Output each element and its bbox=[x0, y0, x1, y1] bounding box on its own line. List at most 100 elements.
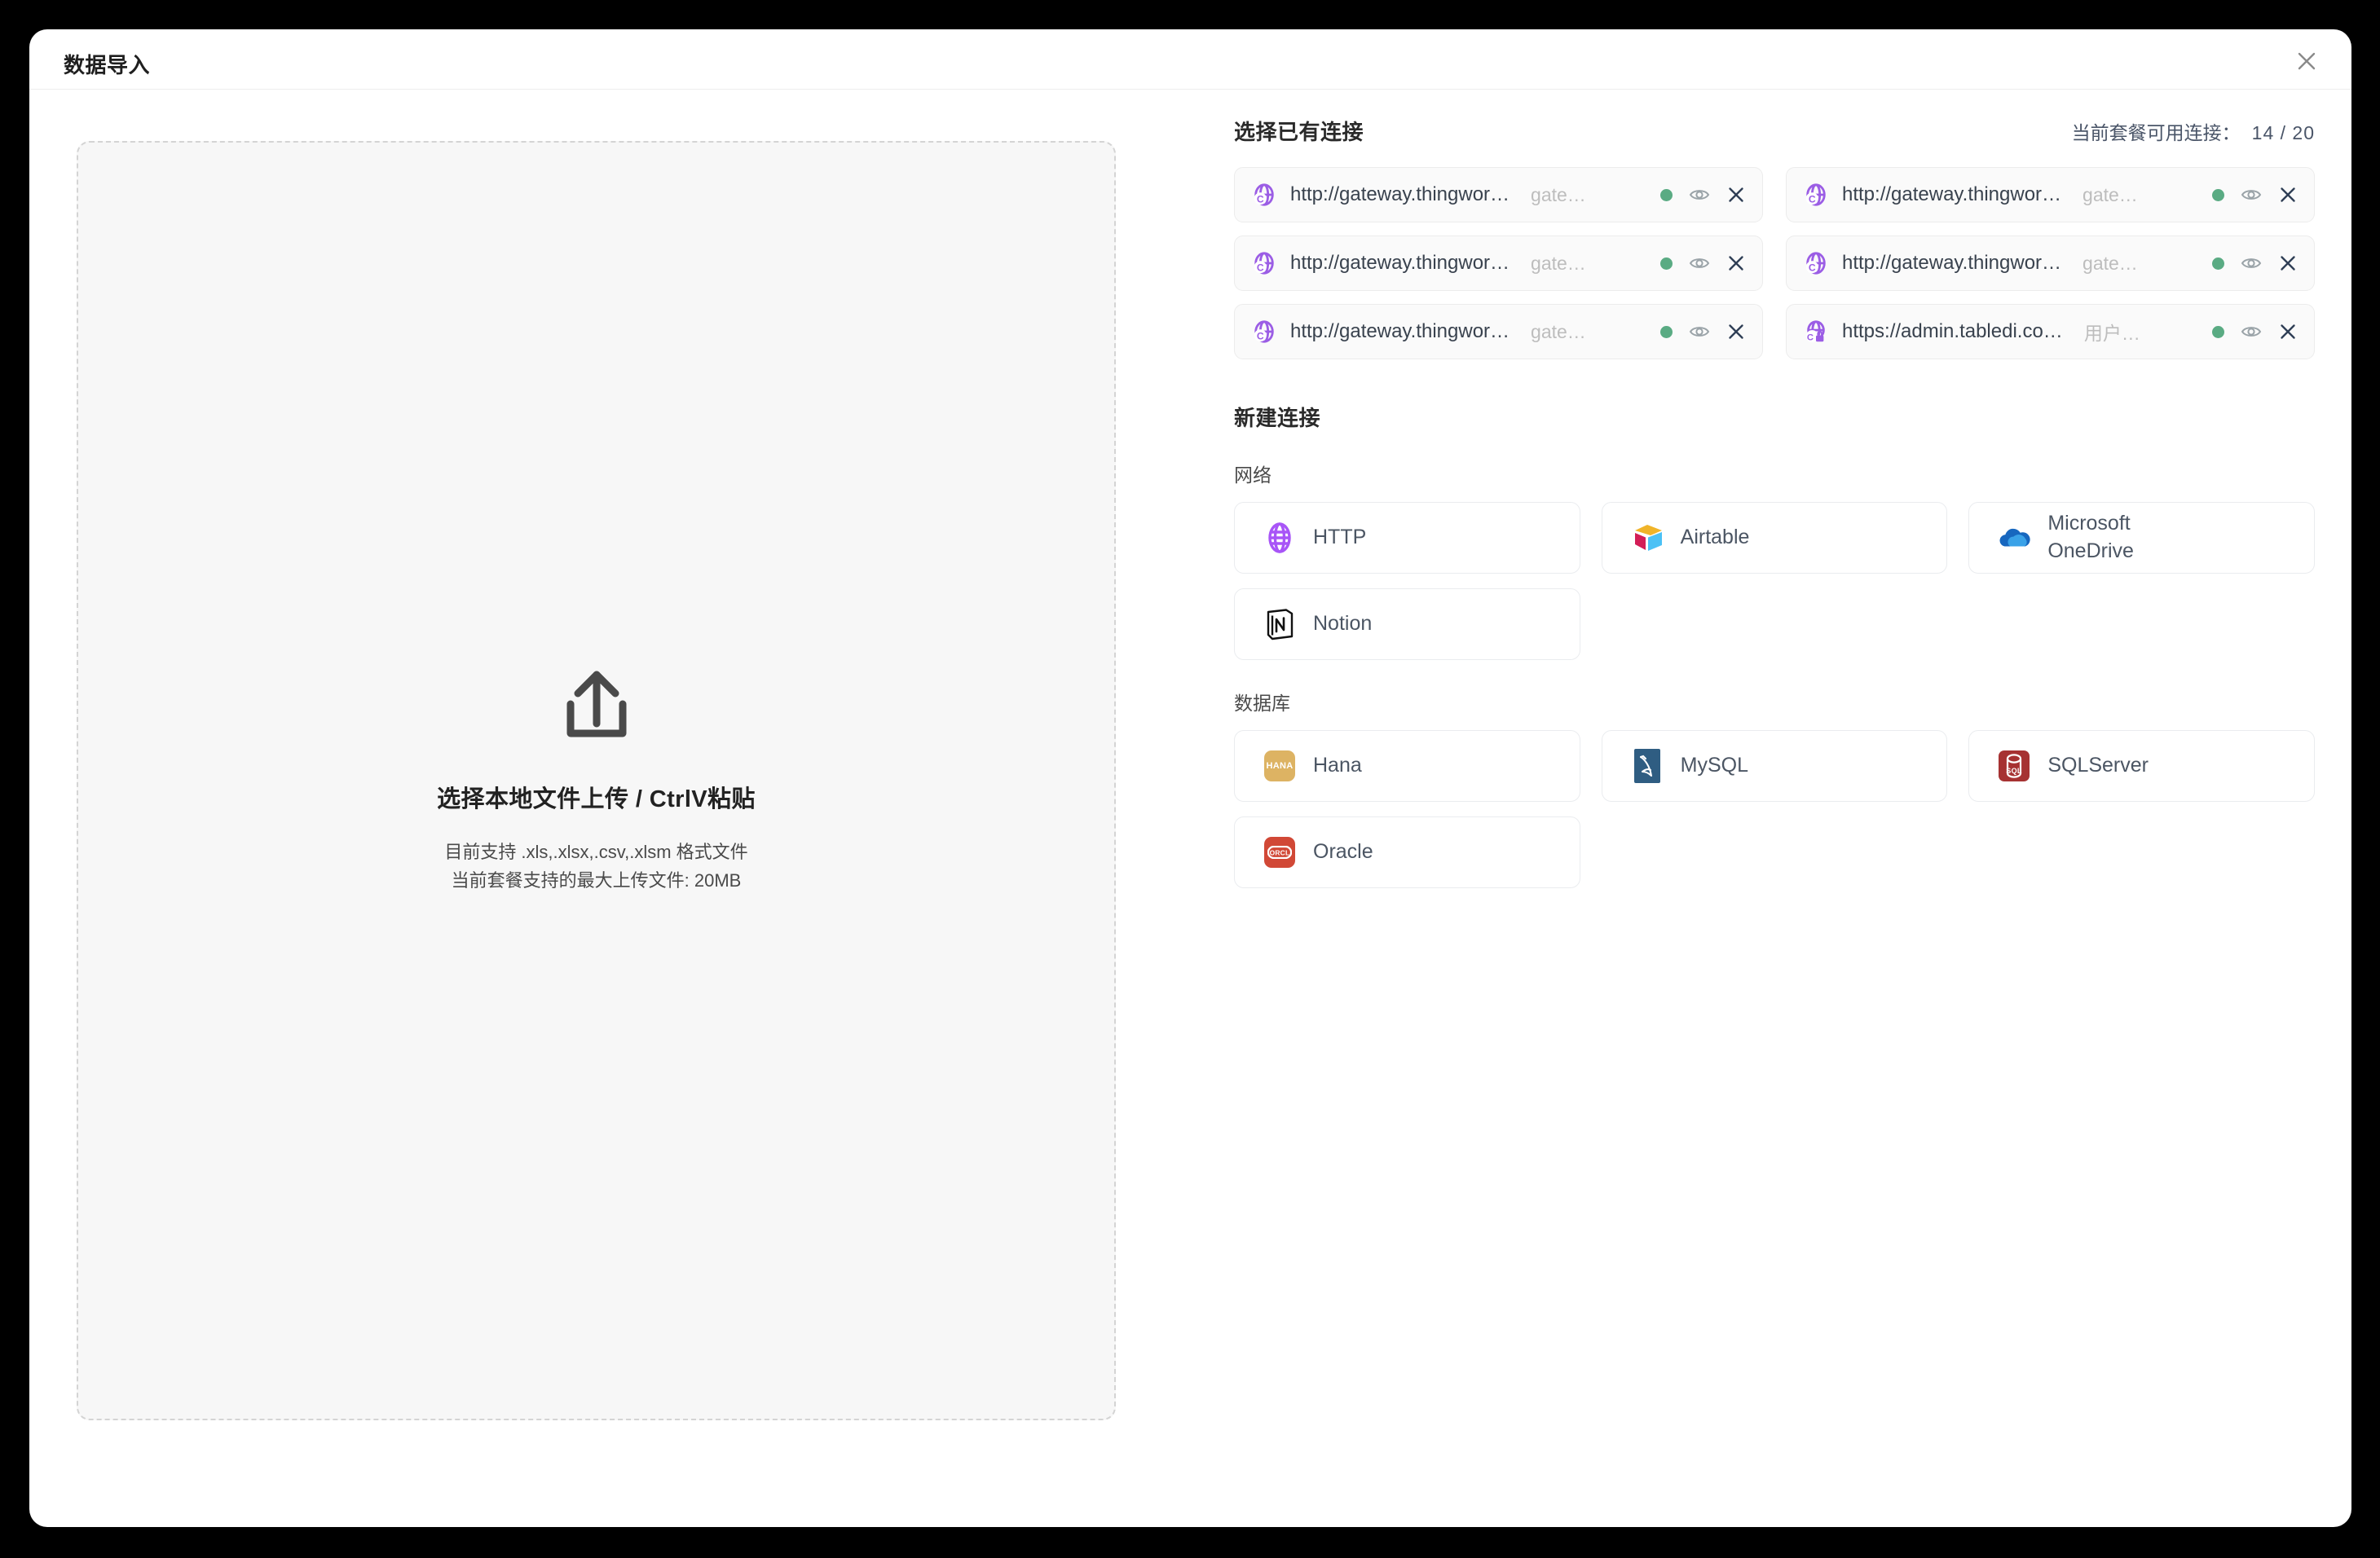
status-badge bbox=[2212, 325, 2224, 338]
connection-url: http://gateway.thingwor… bbox=[1842, 252, 2062, 274]
close-icon[interactable] bbox=[2278, 322, 2298, 341]
svg-text:SQL: SQL bbox=[2007, 767, 2023, 775]
eye-icon[interactable] bbox=[1689, 253, 1710, 274]
group-label-database: 数据库 bbox=[1234, 693, 1290, 714]
connection-label: gate… bbox=[1531, 183, 1586, 205]
upload-formats-text: 目前支持 .xls,.xlsx,.csv,.xlsm 格式文件 bbox=[444, 842, 748, 863]
source-card-microsoft-onedrive[interactable]: Microsoft OneDrive bbox=[1968, 502, 2315, 574]
connection-actions bbox=[1660, 321, 1746, 342]
connection-card[interactable]: C http://gateway.thingwor… gate… bbox=[1786, 167, 2315, 222]
status-badge bbox=[1660, 325, 1673, 338]
source-card-oracle[interactable]: ORCL Oracle bbox=[1234, 816, 1580, 888]
source-card-mysql[interactable]: MySQL bbox=[1601, 730, 1948, 802]
connection-actions bbox=[2212, 184, 2298, 205]
upload-title: 选择本地文件上传 / CtrlV粘贴 bbox=[437, 786, 756, 813]
upload-maxsize-text: 当前套餐支持的最大上传文件: 20MB bbox=[451, 869, 742, 891]
eye-icon[interactable] bbox=[2241, 184, 2262, 205]
globe-lock-icon: C bbox=[1803, 319, 1829, 345]
globe-c-icon: C bbox=[1805, 252, 1826, 275]
connection-quota: 当前套餐可用连接： 14 / 20 bbox=[2072, 117, 2315, 145]
source-card-label: Hana bbox=[1313, 754, 1362, 777]
oracle-icon: ORCL bbox=[1264, 837, 1295, 868]
connection-url: http://gateway.thingwor… bbox=[1842, 183, 2062, 205]
connection-url: http://gateway.thingwor… bbox=[1290, 183, 1510, 205]
dialog-header: 数据导入 bbox=[29, 29, 2351, 90]
svg-text:C: C bbox=[1257, 330, 1264, 341]
source-card-sqlserver[interactable]: SQL SQLServer bbox=[1968, 730, 2315, 802]
hana-icon: HANA bbox=[1263, 749, 1297, 783]
connections-panel: 选择已有连接 当前套餐可用连接： 14 / 20 C http://gateway… bbox=[1234, 90, 2351, 1527]
oracle-icon: ORCL bbox=[1263, 835, 1297, 869]
source-card-label: Airtable bbox=[1680, 526, 1750, 549]
status-badge bbox=[2212, 257, 2224, 270]
sqlserver-icon: SQL bbox=[1999, 750, 2030, 781]
connection-card[interactable]: C http://gateway.thingwor… gate… bbox=[1234, 235, 1763, 291]
svg-text:C: C bbox=[1809, 262, 1816, 273]
file-upload-dropzone[interactable]: 选择本地文件上传 / CtrlV粘贴 目前支持 .xls,.xlsx,.csv,… bbox=[77, 141, 1116, 1420]
sqlserver-icon: SQL bbox=[1997, 749, 2031, 783]
data-import-dialog: 数据导入 选择本地文件上传 / CtrlV粘贴 目前支持 .xls,.xlsx,… bbox=[29, 29, 2351, 1527]
connection-card[interactable]: C http://gateway.thingwor… gate… bbox=[1786, 235, 2315, 291]
status-badge bbox=[1660, 188, 1673, 201]
close-icon[interactable] bbox=[2278, 185, 2298, 205]
close-icon bbox=[2298, 52, 2316, 70]
close-icon[interactable] bbox=[1726, 322, 1746, 341]
hana-icon: HANA bbox=[1264, 750, 1295, 781]
source-card-label: Microsoft OneDrive bbox=[2047, 512, 2134, 562]
globe-lock-icon: C bbox=[1805, 320, 1825, 342]
connection-actions bbox=[1660, 253, 1746, 274]
notion-icon bbox=[1263, 607, 1297, 641]
svg-text:C: C bbox=[1807, 332, 1814, 342]
source-card-label: SQLServer bbox=[2047, 754, 2149, 777]
status-badge bbox=[1660, 257, 1673, 270]
globe-c-icon: C bbox=[1254, 320, 1274, 343]
database-source-grid: HANA Hana MySQL SQL SQLServer ORCL Oracl… bbox=[1234, 730, 2351, 888]
connection-actions bbox=[2212, 321, 2298, 342]
globe-c-icon: C bbox=[1803, 182, 1829, 208]
svg-text:C: C bbox=[1809, 193, 1816, 205]
eye-icon[interactable] bbox=[2241, 253, 2262, 274]
connection-label: gate… bbox=[2082, 252, 2138, 274]
http-globe-icon bbox=[1263, 521, 1297, 555]
airtable-icon bbox=[1630, 521, 1664, 555]
connection-quota-value: 14 / 20 bbox=[2251, 122, 2315, 143]
eye-icon[interactable] bbox=[2241, 321, 2262, 342]
http-globe-icon bbox=[1268, 522, 1291, 553]
status-badge bbox=[2212, 188, 2224, 201]
svg-text:C: C bbox=[1257, 262, 1264, 273]
source-card-label: HTTP bbox=[1313, 526, 1367, 549]
source-card-label: Oracle bbox=[1313, 840, 1373, 864]
globe-c-icon: C bbox=[1805, 183, 1826, 206]
source-card-hana[interactable]: HANA Hana bbox=[1234, 730, 1580, 802]
connection-actions bbox=[2212, 253, 2298, 274]
globe-c-icon: C bbox=[1251, 182, 1277, 208]
existing-connections-grid: C http://gateway.thingwor… gate… C http:… bbox=[1234, 167, 2351, 359]
existing-connections-title: 选择已有连接 bbox=[1234, 120, 1364, 144]
connection-label: gate… bbox=[2082, 183, 2138, 205]
svg-text:C: C bbox=[1257, 193, 1264, 205]
close-dialog-button[interactable] bbox=[2288, 42, 2325, 80]
globe-c-icon: C bbox=[1251, 250, 1277, 276]
connection-label: gate… bbox=[1531, 320, 1586, 342]
dialog-body: 选择本地文件上传 / CtrlV粘贴 目前支持 .xls,.xlsx,.csv,… bbox=[29, 90, 2351, 1527]
source-card-airtable[interactable]: Airtable bbox=[1601, 502, 1948, 574]
connection-card[interactable]: C http://gateway.thingwor… gate… bbox=[1234, 167, 1763, 222]
network-source-grid: HTTP Airtable Microsoft OneDrive Notion bbox=[1234, 502, 2351, 660]
eye-icon[interactable] bbox=[1689, 321, 1710, 342]
close-icon[interactable] bbox=[2278, 253, 2298, 273]
source-card-notion[interactable]: Notion bbox=[1234, 588, 1580, 660]
close-icon[interactable] bbox=[1726, 253, 1746, 273]
notion-icon bbox=[1267, 609, 1294, 640]
onedrive-icon bbox=[1997, 521, 2031, 555]
source-card-http[interactable]: HTTP bbox=[1234, 502, 1580, 574]
connection-url: http://gateway.thingwor… bbox=[1290, 320, 1510, 342]
connection-card[interactable]: C http://gateway.thingwor… gate… bbox=[1234, 304, 1763, 359]
close-icon[interactable] bbox=[1726, 185, 1746, 205]
svg-text:ORCL: ORCL bbox=[1270, 849, 1290, 857]
connection-actions bbox=[1660, 184, 1746, 205]
globe-c-icon: C bbox=[1254, 252, 1274, 275]
connection-url: https://admin.tabledi.co… bbox=[1842, 320, 2063, 342]
eye-icon[interactable] bbox=[1689, 184, 1710, 205]
connection-card[interactable]: C https://admin.tabledi.co… 用户… bbox=[1786, 304, 2315, 359]
connection-quota-label: 当前套餐可用连接： bbox=[2071, 122, 2241, 143]
